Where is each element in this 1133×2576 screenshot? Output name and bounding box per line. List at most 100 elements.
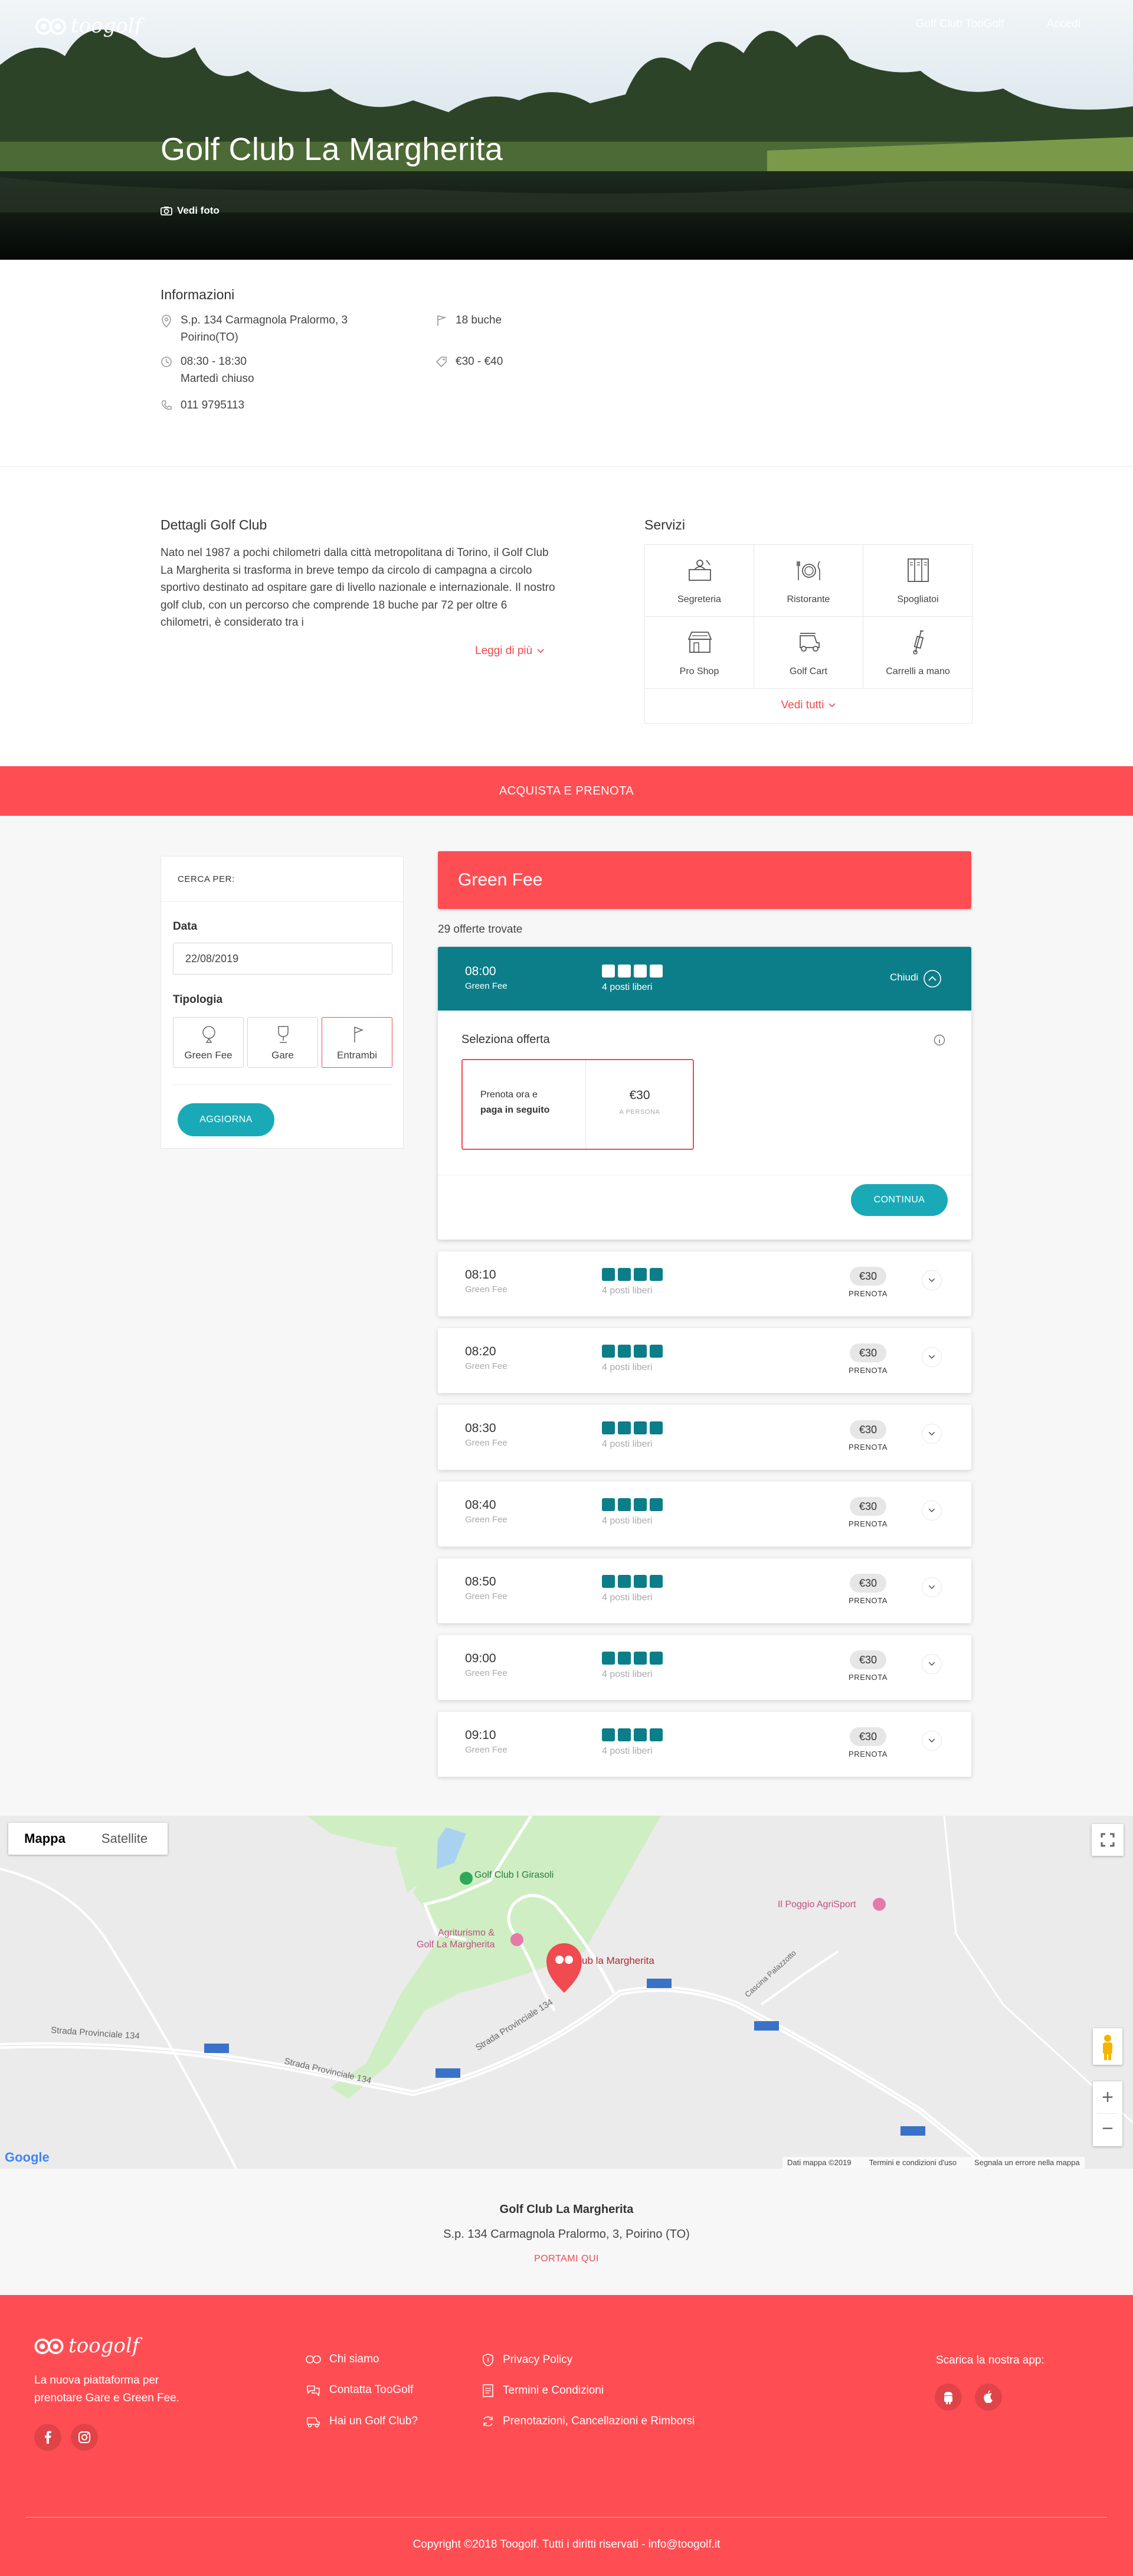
ios-app-button[interactable] <box>975 2384 1002 2411</box>
poi-icon[interactable] <box>873 1898 886 1911</box>
footer-logo[interactable]: toogolf <box>34 2334 139 2358</box>
zoom-in-button[interactable]: + <box>1093 2081 1122 2113</box>
flag-icon <box>437 315 447 326</box>
chevron-down-icon[interactable] <box>922 1501 942 1521</box>
book-label[interactable]: PRENOTA <box>849 1750 888 1758</box>
slot-row[interactable]: 08:40 Green Fee 4 posti liberi €30 PRENOTA <box>438 1482 971 1547</box>
price-badge: €30 <box>850 1497 886 1516</box>
nav-club-link[interactable]: Golf Club TooGolf <box>916 18 1004 31</box>
divider <box>173 1084 392 1085</box>
toogolf-logo-icon <box>34 2338 64 2355</box>
type-green-fee[interactable]: Green Fee <box>173 1017 244 1068</box>
zoom-out-button[interactable]: − <box>1093 2114 1122 2146</box>
type-gare[interactable]: Gare <box>247 1017 318 1068</box>
copyright: Copyright ©2018 Toogolf. Tutti i diritti… <box>412 2538 721 2551</box>
fullscreen-button[interactable] <box>1092 1824 1124 1856</box>
map-report-link[interactable]: Segnala un errore nella mappa <box>974 2157 1080 2169</box>
google-logo: Google <box>5 2150 50 2165</box>
read-more-label: Leggi di più <box>475 645 533 657</box>
service-ristorante: Ristorante <box>754 545 863 617</box>
slot-row[interactable]: 09:00 Green Fee 4 posti liberi €30 PRENOTA <box>438 1635 971 1700</box>
continue-button[interactable]: CONTINUA <box>851 1184 948 1216</box>
type-label: Gare <box>271 1050 294 1061</box>
spot-square <box>634 1421 647 1434</box>
results-count: 29 offerte trovate <box>438 923 523 936</box>
map-tab-satellite[interactable]: Satellite <box>81 1823 168 1855</box>
spot-square <box>634 1268 647 1281</box>
see-all-label: Vedi tutti <box>781 699 824 711</box>
book-label[interactable]: PRENOTA <box>849 1596 888 1605</box>
footer-link-privacy[interactable]: Privacy Policy <box>482 2353 572 2367</box>
map-canvas[interactable] <box>0 1816 1133 2169</box>
price-badge: €30 <box>850 1650 886 1669</box>
directions-link[interactable]: PORTAMI QUI <box>0 2254 1133 2264</box>
buy-and-book-band: ACQUISTA E PRENOTA <box>0 766 1133 816</box>
info-icon[interactable] <box>934 1034 945 1046</box>
map-terms-link[interactable]: Termini e condizioni d'uso <box>869 2157 957 2169</box>
view-photos-button[interactable]: Vedi foto <box>161 205 220 217</box>
lodging-poi-icon[interactable] <box>510 1933 523 1946</box>
map-label-agriturismo: Agriturismo & <box>438 1928 495 1938</box>
instagram-button[interactable] <box>71 2424 98 2451</box>
slot-row[interactable]: 08:20 Green Fee 4 posti liberi €30 PRENOTA <box>438 1328 971 1393</box>
street-view-button[interactable] <box>1093 2028 1122 2065</box>
slot-row[interactable]: 08:30 Green Fee 4 posti liberi €30 PRENOTA <box>438 1405 971 1470</box>
chevron-down-icon[interactable] <box>922 1424 942 1444</box>
type-entrambi[interactable]: Entrambi <box>322 1017 392 1068</box>
footer-link-contatta[interactable]: Contatta TooGolf <box>306 2384 413 2397</box>
slot-row[interactable]: 09:10 Green Fee 4 posti liberi €30 PRENOTA <box>438 1712 971 1777</box>
spot-square <box>602 1498 615 1511</box>
map[interactable]: Golf Club I Girasoli Agriturismo & Golf … <box>0 1816 1133 2169</box>
spot-square <box>650 1498 663 1511</box>
slot-row[interactable]: 08:50 Green Fee 4 posti liberi €30 PRENOTA <box>438 1558 971 1623</box>
price-range-text: €30 - €40 <box>456 355 503 368</box>
service-spogliatoi: Spogliatoi <box>863 545 972 617</box>
spot-square <box>650 1421 663 1434</box>
price-tag-icon <box>435 357 447 368</box>
book-label[interactable]: PRENOTA <box>849 1289 888 1298</box>
chevron-up-circle-icon[interactable] <box>923 969 942 988</box>
footer-link-bookings[interactable]: Prenotazioni, Cancellazioni e Rimborsi <box>482 2414 695 2428</box>
spot-square <box>618 1498 631 1511</box>
chevron-down-icon[interactable] <box>922 1270 942 1290</box>
spots-indicator <box>602 1498 666 1511</box>
logo[interactable]: toogolf <box>35 14 142 38</box>
nav-login-link[interactable]: Accedi <box>1047 18 1080 31</box>
open-slot-header[interactable]: 08:00 Green Fee 4 posti liberi Chiudi <box>438 947 971 1011</box>
read-more-link[interactable]: Leggi di più <box>475 645 544 658</box>
hours-text: 08:30 - 18:30 <box>181 355 247 368</box>
book-label[interactable]: PRENOTA <box>849 1366 888 1375</box>
footer-link-chi-siamo[interactable]: Chi siamo <box>306 2353 379 2366</box>
info-phone[interactable]: 011 9795113 <box>161 397 408 414</box>
map-tab-mappa[interactable]: Mappa <box>8 1823 81 1855</box>
date-label: Data <box>173 920 198 933</box>
date-input[interactable]: 22/08/2019 <box>173 943 392 975</box>
slot-row[interactable]: 08:10 Green Fee 4 posti liberi €30 PRENOTA <box>438 1251 971 1316</box>
spot-square <box>650 1268 663 1281</box>
spots-indicator <box>602 1268 666 1281</box>
book-label[interactable]: PRENOTA <box>849 1519 888 1528</box>
info-hours: 08:30 - 18:30 Martedì chiuso <box>161 353 408 387</box>
book-label[interactable]: PRENOTA <box>849 1673 888 1682</box>
footer-link-label: Prenotazioni, Cancellazioni e Rimborsi <box>503 2415 695 2427</box>
chevron-down-icon[interactable] <box>922 1577 942 1597</box>
facebook-button[interactable] <box>34 2424 61 2451</box>
trophy-icon <box>278 1026 289 1043</box>
spots-text: 4 posti liberi <box>602 1593 653 1603</box>
book-label[interactable]: PRENOTA <box>849 1443 888 1452</box>
road-shield <box>647 1979 672 1988</box>
update-button[interactable]: AGGIORNA <box>178 1103 274 1136</box>
offer-option[interactable]: Prenota ora e paga in seguito €30 A PERS… <box>461 1059 694 1150</box>
footer-link-terms[interactable]: Termini e Condizioni <box>482 2384 604 2398</box>
android-app-button[interactable] <box>935 2384 962 2411</box>
see-all-services-link[interactable]: Vedi tutti <box>644 688 972 723</box>
chevron-down-icon[interactable] <box>922 1654 942 1674</box>
close-label[interactable]: Chiudi <box>890 972 918 983</box>
spot-square <box>650 1345 663 1358</box>
footer-link-golf-club[interactable]: Hai un Golf Club? <box>306 2414 418 2428</box>
chevron-down-icon[interactable] <box>922 1731 942 1751</box>
road-shield <box>754 2021 779 2031</box>
golf-poi-icon[interactable] <box>460 1872 473 1885</box>
chevron-down-icon[interactable] <box>922 1347 942 1367</box>
address-line2: Poirino(TO) <box>181 331 238 344</box>
